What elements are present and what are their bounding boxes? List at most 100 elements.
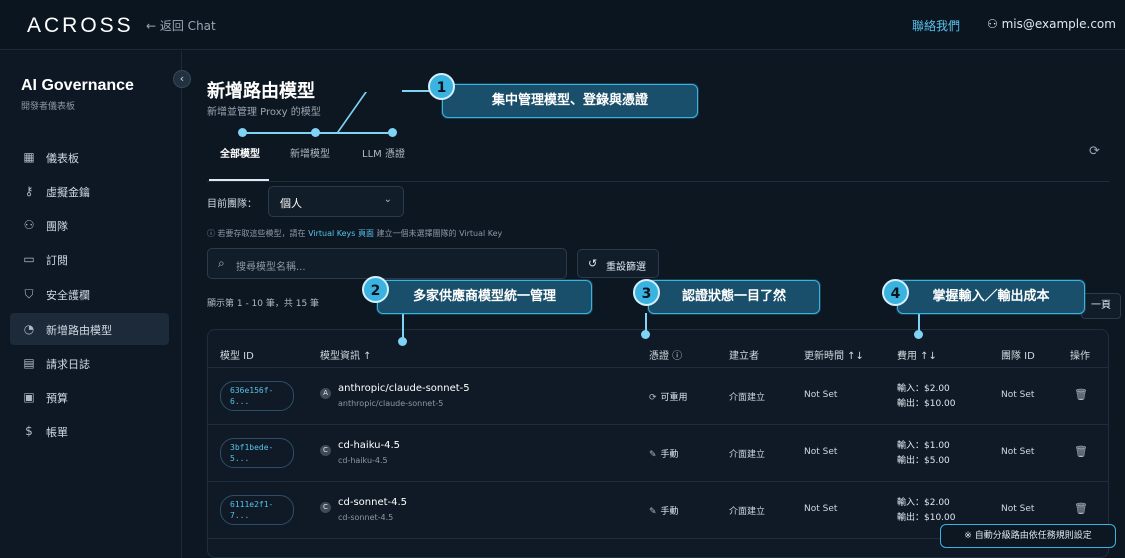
updated-cell: Not Set xyxy=(804,504,838,514)
doc-icon: ▤ xyxy=(23,356,35,370)
sidebar-item-teams[interactable]: ⚇ 團隊 xyxy=(10,209,169,241)
next-page-button[interactable]: 一頁 xyxy=(1081,293,1121,319)
gauge-icon: ◔ xyxy=(23,322,35,336)
team-cell: Not Set xyxy=(1001,390,1035,400)
header-team-id: 團隊 ID xyxy=(1001,351,1035,362)
search-input[interactable]: ⌕ 搜尋模型名稱... xyxy=(207,248,567,279)
tab-llm-credentials[interactable]: LLM 憑證 xyxy=(362,145,405,160)
contact-link[interactable]: 聯絡我們 xyxy=(912,17,960,34)
trash-icon[interactable]: 🗑 xyxy=(1074,445,1088,458)
model-subname: cd-sonnet-4.5 xyxy=(338,513,394,522)
trash-icon[interactable]: 🗑 xyxy=(1074,502,1088,515)
sidebar-collapse-button[interactable]: ‹ xyxy=(173,70,191,88)
header-credential[interactable]: 憑證 ⓘ xyxy=(649,347,682,362)
chevron-down-icon: ⌄ xyxy=(383,194,392,205)
updated-cell: Not Set xyxy=(804,390,838,400)
callout-1: 集中管理模型、登錄與憑證 xyxy=(442,84,698,118)
search-icon: ⌕ xyxy=(218,256,225,270)
invoice-icon: $ xyxy=(25,424,33,438)
model-id-pill[interactable]: 636e156f- 6... xyxy=(220,381,294,411)
reset-filters-button[interactable]: ↺ 重設篩選 xyxy=(577,249,659,278)
credential-status: ✎ 手動 xyxy=(649,507,679,517)
page-subtitle: 新增並管理 Proxy 的模型 xyxy=(207,107,321,118)
user-menu[interactable]: ⚇ mis@example.com xyxy=(987,17,1116,31)
credential-status: ✎ 手動 xyxy=(649,450,679,460)
search-placeholder: 搜尋模型名稱... xyxy=(236,262,306,273)
model-subname: anthropic/claude-sonnet-5 xyxy=(338,399,444,408)
tab-all-models[interactable]: 全部模型 xyxy=(220,145,260,160)
creator-cell: 介面建立 xyxy=(729,393,766,403)
logo: ACROSS xyxy=(27,14,134,37)
back-to-chat-link[interactable]: ← 返回 Chat xyxy=(146,17,216,34)
team-cell: Not Set xyxy=(1001,504,1035,514)
sidebar-item-budget[interactable]: ▣ 預算 xyxy=(10,381,169,413)
user-email: mis@example.com xyxy=(1001,17,1116,31)
header-cost[interactable]: 費用 ↑↓ xyxy=(897,347,937,362)
model-id-pill[interactable]: 3bf1bede- 5... xyxy=(220,438,294,468)
tab-add-model[interactable]: 新增模型 xyxy=(290,145,330,160)
creator-cell: 介面建立 xyxy=(729,450,766,460)
key-icon: ⚷ xyxy=(24,184,34,198)
table-row: 3bf1bede- 5... C cd-haiku-4.5 cd-haiku-4.… xyxy=(208,425,1108,482)
cost-cell: 輸入：$1.00 輸出：$5.00 xyxy=(897,441,950,466)
access-hint: ⓘ 若要存取這些模型，請在 Virtual Keys 頁面 建立一個未選擇團隊的… xyxy=(207,229,503,238)
header-updated[interactable]: 更新時間 ↑↓ xyxy=(804,347,864,362)
dashboard-icon: ▦ xyxy=(23,150,35,164)
callout-badge-2: 2 xyxy=(362,276,389,303)
tab-divider xyxy=(207,181,1109,182)
model-subname: cd-haiku-4.5 xyxy=(338,456,388,465)
team-cell: Not Set xyxy=(1001,447,1035,457)
sidebar-item-billing[interactable]: $ 帳單 xyxy=(10,415,169,447)
header-model-id[interactable]: 模型 ID xyxy=(220,347,254,362)
pencil-icon: ✎ xyxy=(649,450,657,460)
connector-dot xyxy=(388,128,397,137)
refresh-icon[interactable]: ⟳ xyxy=(1089,144,1100,159)
model-id-pill[interactable]: 6111e2f1- 7... xyxy=(220,495,294,525)
sidebar-item-dashboard[interactable]: ▦ 儀表板 xyxy=(10,141,169,173)
virtual-keys-link[interactable]: Virtual Keys 頁面 xyxy=(308,229,374,238)
credential-status: ⟳ 可重用 xyxy=(649,393,688,403)
team-select[interactable]: 個人 ⌄ xyxy=(268,186,404,217)
connector-dot xyxy=(914,330,923,339)
card-icon: ▭ xyxy=(23,252,35,266)
model-name: cd-sonnet-4.5 xyxy=(338,497,408,508)
trash-icon[interactable]: 🗑 xyxy=(1074,388,1088,401)
header-actions: 操作 xyxy=(1070,351,1090,362)
callout-4: 掌握輸入／輸出成本 xyxy=(897,280,1085,314)
user-icon: ⚇ xyxy=(987,17,1002,31)
model-name: cd-haiku-4.5 xyxy=(338,440,401,451)
sidebar-item-routing-models[interactable]: ◔ 新增路由模型 xyxy=(10,313,169,345)
sidebar: AI Governance 開發者儀表板 ▦ 儀表板 ⚷ 虛擬金鑰 ⚇ 團隊 ▭ 訂閱 … xyxy=(0,51,182,558)
sidebar-subtitle: 開發者儀表板 xyxy=(21,102,76,112)
chevron-left-icon: ‹ xyxy=(179,72,185,85)
sidebar-item-guardrails[interactable]: ⛉ 安全護欄 xyxy=(10,278,169,310)
page-title: 新增路由模型 xyxy=(207,81,315,102)
creator-cell: 介面建立 xyxy=(729,507,766,517)
header-creator: 建立者 xyxy=(729,351,759,362)
routing-note: ※ 自動分級路由依任務規則設定 xyxy=(940,524,1116,548)
active-tab-indicator xyxy=(209,179,269,181)
team-icon: ⚇ xyxy=(23,218,35,232)
reset-icon: ↺ xyxy=(588,257,598,270)
provider-icon: C xyxy=(320,502,331,513)
callout-badge-4: 4 xyxy=(882,279,909,306)
callout-3: 認證狀態一目了然 xyxy=(648,280,820,314)
model-name: anthropic/claude-sonnet-5 xyxy=(338,383,470,394)
cost-cell: 輸入：$2.00 輸出：$10.00 xyxy=(897,498,956,523)
top-bar: ACROSS ← 返回 Chat 聯絡我們 ⚇ mis@example.com xyxy=(0,0,1125,50)
sidebar-item-request-logs[interactable]: ▤ 請求日誌 xyxy=(10,347,169,379)
updated-cell: Not Set xyxy=(804,447,838,457)
sidebar-title: AI Governance xyxy=(21,77,134,94)
header-model-info[interactable]: 模型資訊 ↑ xyxy=(320,347,372,362)
connector-dot xyxy=(641,330,650,339)
result-count: 顯示第 1 - 10 筆，共 15 筆 xyxy=(207,299,320,309)
connector-dot xyxy=(238,128,247,137)
team-label: 目前團隊： xyxy=(207,199,257,210)
provider-icon: A xyxy=(320,388,331,399)
shield-icon: ⛉ xyxy=(24,287,34,301)
sidebar-item-subscription[interactable]: ▭ 訂閱 xyxy=(10,243,169,275)
callout-badge-1: 1 xyxy=(428,73,455,100)
sidebar-item-virtual-keys[interactable]: ⚷ 虛擬金鑰 xyxy=(10,175,169,207)
connector-dot xyxy=(311,128,320,137)
connector-dot xyxy=(398,337,407,346)
